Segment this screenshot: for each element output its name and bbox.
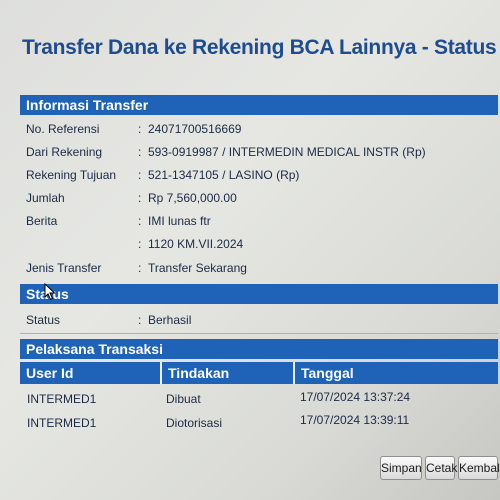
table-cell-tindakan: Diotorisasi bbox=[166, 416, 223, 430]
table-cell-user-id: INTERMED1 bbox=[27, 392, 97, 406]
section-header-status: Status bbox=[20, 284, 498, 304]
info-label: No. Referensi bbox=[26, 122, 100, 136]
info-separator: : bbox=[138, 237, 142, 251]
info-label: Jumlah bbox=[26, 191, 65, 205]
status-separator: : bbox=[138, 313, 142, 327]
status-value: Berhasil bbox=[148, 313, 192, 327]
info-value: 593-0919987 / INTERMEDIN MEDICAL INSTR (… bbox=[148, 145, 426, 159]
column-header-tanggal: Tanggal bbox=[293, 362, 498, 384]
info-separator: : bbox=[138, 122, 142, 136]
info-label: Dari Rekening bbox=[26, 145, 103, 159]
table-cell-tanggal: 17/07/2024 13:39:11 bbox=[300, 413, 410, 427]
info-separator: : bbox=[138, 191, 142, 205]
cetak-button[interactable]: Cetak bbox=[425, 456, 457, 480]
info-value: 521-1347105 / LASINO (Rp) bbox=[148, 168, 300, 182]
section-header-pelaksana: Pelaksana Transaksi bbox=[20, 339, 498, 359]
table-cell-tindakan: Dibuat bbox=[166, 392, 201, 406]
section-divider bbox=[20, 333, 498, 334]
info-separator: : bbox=[138, 214, 142, 228]
mouse-pointer-icon bbox=[44, 283, 56, 301]
info-label: Rekening Tujuan bbox=[26, 168, 117, 182]
info-separator: : bbox=[138, 261, 142, 275]
table-cell-tanggal: 17/07/2024 13:37:24 bbox=[300, 390, 411, 404]
section-header-informasi-transfer: Informasi Transfer bbox=[20, 95, 498, 115]
status-label: Status bbox=[26, 313, 61, 327]
info-label: Berita bbox=[26, 214, 58, 228]
info-separator: : bbox=[138, 145, 142, 159]
info-value: IMI lunas ftr bbox=[148, 214, 211, 228]
info-label: Jenis Transfer bbox=[26, 261, 102, 275]
table-cell-user-id: INTERMED1 bbox=[27, 416, 97, 430]
column-header-user-id: User Id bbox=[26, 365, 74, 381]
bank-status-screen: Transfer Dana ke Rekening BCA Lainnya - … bbox=[0, 0, 500, 500]
info-value: Transfer Sekarang bbox=[148, 261, 247, 275]
pelaksana-table-header: User Id Tindakan Tanggal bbox=[20, 362, 498, 384]
info-value: Rp 7,560,000.00 bbox=[148, 191, 237, 205]
info-value: 24071700516669 bbox=[148, 122, 242, 136]
simpan-button[interactable]: Simpan bbox=[380, 456, 422, 480]
page-title: Transfer Dana ke Rekening BCA Lainnya - … bbox=[22, 36, 500, 59]
info-separator: : bbox=[138, 168, 142, 182]
kembali-button[interactable]: Kembali bbox=[458, 456, 500, 480]
column-header-tindakan: Tindakan bbox=[160, 362, 293, 384]
info-value: 1120 KM.VII.2024 bbox=[148, 237, 244, 251]
